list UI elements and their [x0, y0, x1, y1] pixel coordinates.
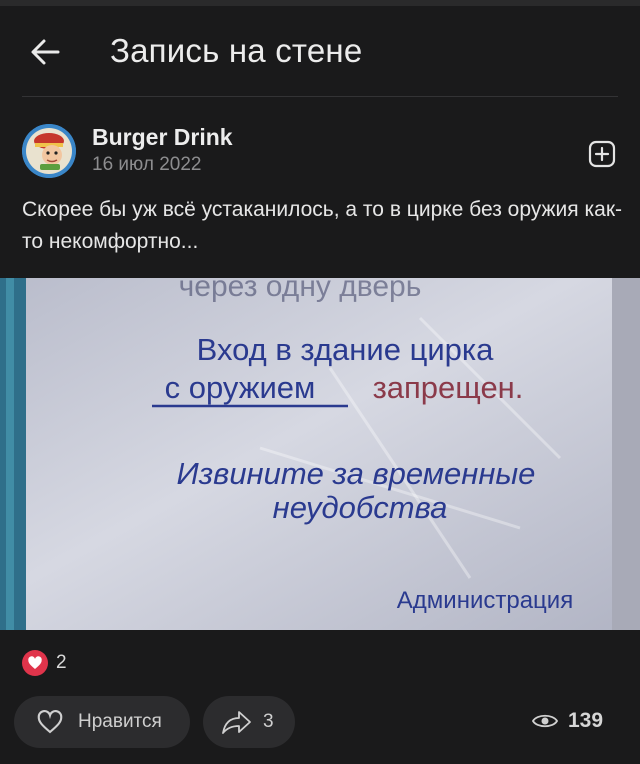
plus-square-icon	[588, 140, 616, 168]
burger-mascot-icon	[22, 124, 76, 178]
share-button[interactable]: 3	[203, 696, 295, 748]
back-button[interactable]	[26, 32, 70, 72]
photo-signature: Администрация	[397, 587, 573, 614]
photo-top-fragment: через одну дверь	[179, 278, 422, 303]
post-date-year: 2022	[159, 154, 202, 175]
share-count: 3	[263, 711, 274, 732]
photo-line1: Вход в здание цирка	[197, 332, 495, 367]
header-divider	[22, 96, 618, 97]
photo-line2a: с оружием	[165, 370, 316, 405]
eye-icon	[532, 714, 558, 728]
photo-line4: неудобства	[273, 490, 448, 525]
views-counter: 139	[532, 706, 603, 736]
app-header: Запись на стене	[0, 18, 640, 88]
post-date-day: 16 июл	[92, 154, 154, 175]
page-title: Запись на стене	[110, 32, 363, 69]
subscribe-button[interactable]	[588, 140, 616, 168]
post-photo[interactable]: через одну дверь Вход в здание цирка с о…	[0, 278, 640, 630]
likes-summary[interactable]: 2	[22, 650, 67, 676]
avatar[interactable]	[22, 124, 76, 178]
arrow-left-icon	[31, 39, 60, 65]
like-label: Нравится	[78, 711, 162, 732]
post-text: Скорее бы уж всё устаканилось, а то в ци…	[22, 198, 623, 253]
likes-count: 2	[56, 652, 67, 673]
share-arrow-icon	[222, 711, 251, 734]
status-strip	[0, 0, 640, 6]
heart-icon	[28, 656, 42, 669]
photo-sign-image: через одну дверь Вход в здание цирка с о…	[0, 278, 640, 630]
post-date: 16 июл 2022	[92, 154, 202, 176]
views-count: 139	[568, 709, 604, 732]
heart-outline-icon	[37, 710, 63, 734]
heart-badge	[22, 650, 48, 676]
like-button[interactable]: Нравится	[14, 696, 190, 748]
photo-line2b: запрещен.	[373, 370, 524, 405]
photo-line3: Извините за временные	[177, 456, 536, 491]
post-author[interactable]: Burger Drink	[92, 124, 233, 151]
